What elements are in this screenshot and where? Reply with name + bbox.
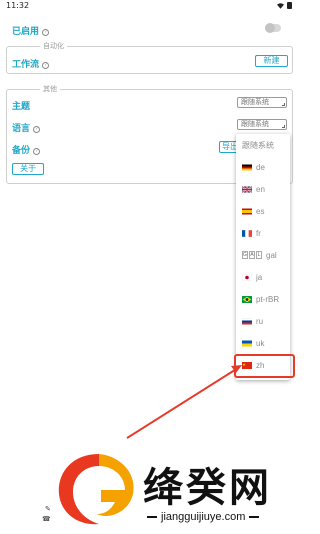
pin-icon: ✎ (45, 506, 51, 513)
watermark-url: jiangguijiuye.com (147, 511, 260, 523)
watermark-name: 绛癸网 (143, 464, 272, 511)
phone-icon: ☎ (42, 516, 51, 523)
annotation-arrow-icon (126, 365, 242, 439)
watermark-url-text: jiangguijiuye.com (161, 511, 246, 523)
dash-right (249, 516, 260, 518)
watermark-logo-icon (58, 454, 134, 525)
dash-left (147, 516, 157, 518)
